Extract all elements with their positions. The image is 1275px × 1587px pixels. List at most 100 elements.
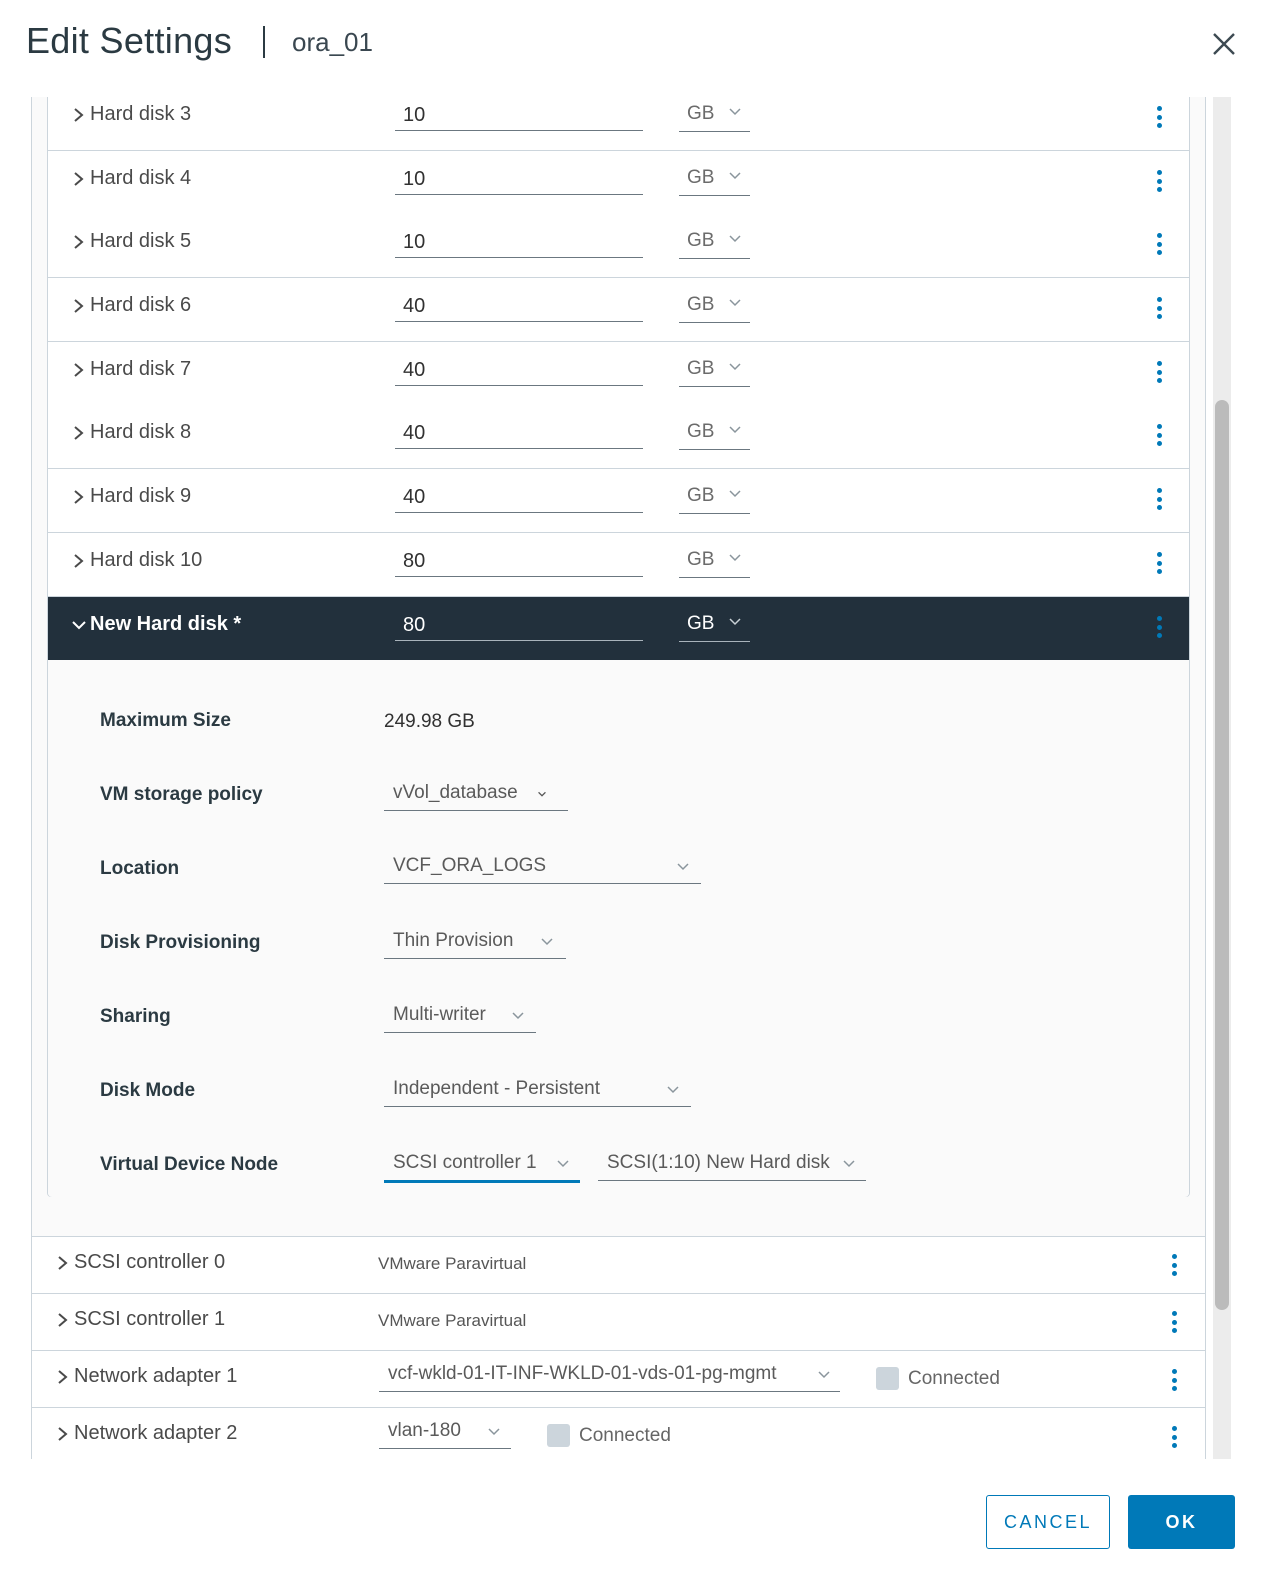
chevron-right-icon [58, 1255, 68, 1270]
more-actions-icon[interactable] [1170, 1254, 1178, 1280]
network-select[interactable]: vcf-wkld-01-IT-INF-WKLD-01-vds-01-pg-mgm… [379, 1359, 840, 1392]
disk-mode-select[interactable]: Independent - Persistent [384, 1074, 691, 1107]
chevron-down-icon [677, 863, 689, 871]
disk-unit-select[interactable]: GB [679, 356, 750, 387]
scsi-controller-1-expander[interactable]: SCSI controller 1 [54, 1308, 225, 1331]
disk-unit-value: GB [687, 103, 715, 124]
chevron-down-icon [512, 1012, 524, 1020]
hard-disk-expander[interactable]: Hard disk 8 [70, 421, 191, 444]
disk-unit-value: GB [687, 613, 715, 634]
more-actions-icon[interactable] [1155, 106, 1163, 132]
chevron-down-icon [729, 618, 741, 626]
network-value: vlan-180 [388, 1420, 461, 1441]
sharing-select[interactable]: Multi-writer [384, 1000, 536, 1033]
chevron-down-icon [818, 1371, 830, 1379]
more-actions-icon[interactable] [1170, 1311, 1178, 1337]
disk-size-input[interactable] [395, 101, 643, 131]
scsi-controller-select[interactable]: SCSI controller 1 [384, 1148, 580, 1183]
chevron-down-icon [729, 235, 741, 243]
disk-size-input[interactable] [395, 228, 643, 258]
more-actions-icon[interactable] [1170, 1369, 1178, 1395]
scsi-node-select[interactable]: SCSI(1:10) New Hard disk [598, 1148, 866, 1181]
hard-disk-expander[interactable]: Hard disk 5 [70, 230, 191, 253]
disk-unit-select[interactable]: GB [679, 292, 750, 323]
new-disk-size-input[interactable] [395, 611, 643, 641]
hard-disk-expander[interactable]: Hard disk 6 [70, 294, 191, 317]
connected-checkbox[interactable] [876, 1367, 899, 1390]
location-select[interactable]: VCF_ORA_LOGS [384, 851, 701, 884]
hard-disk-label: Hard disk 3 [90, 103, 192, 125]
hard-disk-row: Hard disk 3 GB [48, 97, 1189, 151]
chevron-right-icon [74, 234, 84, 249]
disk-provisioning-select[interactable]: Thin Provision [384, 926, 566, 959]
disk-size-input[interactable] [395, 292, 643, 322]
scsi-controller-0-expander[interactable]: SCSI controller 0 [54, 1251, 225, 1274]
chevron-down-icon [667, 1086, 679, 1094]
hard-disk-row: Hard disk 8 GB [48, 405, 1189, 469]
chevron-down-icon [72, 620, 86, 629]
chevron-down-icon [557, 1160, 569, 1168]
disk-size-input[interactable] [395, 419, 643, 449]
more-actions-icon[interactable] [1155, 488, 1163, 514]
more-actions-icon[interactable] [1155, 233, 1163, 259]
connected-checkbox[interactable] [547, 1424, 570, 1447]
virtual-hardware-list: Hard disk 3 GB Hard disk 4 GB [31, 97, 1206, 1459]
hard-disk-expander[interactable]: Hard disk 10 [70, 549, 202, 572]
chevron-right-icon [74, 553, 84, 568]
network-adapter-1-expander[interactable]: Network adapter 1 [54, 1365, 237, 1388]
controller-type: VMware Paravirtual [378, 1311, 527, 1330]
hard-disk-row: Hard disk 5 GB [48, 214, 1189, 278]
chevron-right-icon [58, 1369, 68, 1384]
disk-unit-select[interactable]: GB [679, 483, 750, 514]
more-actions-icon[interactable] [1155, 552, 1163, 578]
chevron-down-icon [843, 1160, 855, 1168]
disk-unit-select[interactable]: GB [679, 165, 750, 196]
storage-policy-select[interactable]: vVol_database [384, 778, 568, 811]
disk-size-input[interactable] [395, 165, 643, 195]
chevron-down-icon [729, 172, 741, 180]
network-select[interactable]: vlan-180 [379, 1416, 511, 1449]
hard-disk-group: Hard disk 3 GB Hard disk 4 GB [47, 97, 1190, 1197]
more-actions-icon[interactable] [1155, 170, 1163, 196]
more-actions-icon[interactable] [1155, 616, 1163, 642]
close-button[interactable] [1208, 28, 1240, 60]
hard-disk-row: Hard disk 7 GB [48, 342, 1189, 406]
location-value: VCF_ORA_LOGS [393, 855, 547, 876]
disk-unit-select[interactable]: GB [679, 101, 750, 132]
device-label: Network adapter 2 [74, 1422, 238, 1444]
disk-unit-select[interactable]: GB [679, 419, 750, 450]
new-hard-disk-expander[interactable]: New Hard disk * [70, 613, 241, 636]
new-disk-unit-select[interactable]: GB [679, 611, 750, 642]
hard-disk-row: Hard disk 9 GB [48, 469, 1189, 533]
more-actions-icon[interactable] [1155, 361, 1163, 387]
cancel-button[interactable]: CANCEL [986, 1495, 1110, 1549]
hard-disk-expander[interactable]: Hard disk 3 [70, 103, 191, 126]
chevron-down-icon [729, 554, 741, 562]
disk-unit-value: GB [687, 230, 715, 251]
disk-unit-select[interactable]: GB [679, 228, 750, 259]
more-actions-icon[interactable] [1155, 297, 1163, 323]
hard-disk-label: Hard disk 10 [90, 549, 203, 571]
vertical-scrollbar[interactable] [1213, 97, 1231, 1459]
disk-size-input[interactable] [395, 356, 643, 386]
device-label: SCSI controller 0 [74, 1251, 226, 1273]
network-adapter-2-expander[interactable]: Network adapter 2 [54, 1422, 237, 1445]
more-actions-icon[interactable] [1155, 424, 1163, 450]
disk-size-input[interactable] [395, 483, 643, 513]
hard-disk-expander[interactable]: Hard disk 4 [70, 167, 191, 190]
disk-unit-select[interactable]: GB [679, 547, 750, 578]
chevron-down-icon [729, 426, 741, 434]
scrollbar-thumb[interactable] [1215, 400, 1229, 1310]
chevron-down-icon [729, 299, 741, 307]
chevron-down-icon [729, 490, 741, 498]
hard-disk-expander[interactable]: Hard disk 7 [70, 358, 191, 381]
hard-disk-expander[interactable]: Hard disk 9 [70, 485, 191, 508]
disk-provisioning-value: Thin Provision [393, 930, 514, 951]
disk-size-input[interactable] [395, 547, 643, 577]
hard-disk-row: Hard disk 10 GB [48, 533, 1189, 597]
storage-policy-value: vVol_database [393, 782, 518, 803]
max-size-value: 249.98 GB [384, 711, 475, 732]
sharing-label: Sharing [100, 1006, 171, 1027]
more-actions-icon[interactable] [1170, 1426, 1178, 1452]
ok-button[interactable]: OK [1128, 1495, 1235, 1549]
